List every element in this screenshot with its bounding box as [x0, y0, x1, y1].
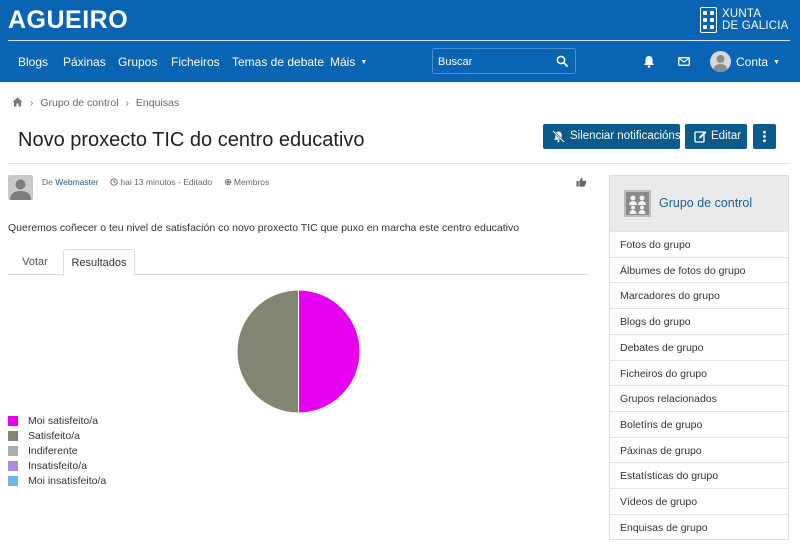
nav-item-paxinas[interactable]: Páxinas — [63, 55, 106, 69]
sidebar-item[interactable]: Fotos do grupo — [610, 231, 788, 257]
legend-label: Moi insatisfeito/a — [28, 475, 107, 487]
sidebar-item-label: Marcadores do grupo — [620, 290, 720, 303]
sidebar-item[interactable]: Debates de grupo — [610, 333, 788, 360]
sidebar-item-label: Fotos do grupo — [620, 239, 691, 251]
tab-resultados[interactable]: Resultados — [63, 249, 135, 276]
sidebar-item-label: Páxinas de grupo — [620, 444, 702, 457]
sidebar-item-label: Estatísticas do grupo — [620, 470, 719, 483]
pie-slice — [298, 289, 361, 414]
sidebar-item-label: Vídeos de grupo — [620, 496, 698, 508]
breadcrumb: › Grupo de control › Enquisas — [12, 97, 179, 109]
poll-tabs: Votar Resultados — [8, 249, 588, 276]
sidebar-item[interactable]: Álbumes de fotos do grupo — [610, 256, 788, 283]
sidebar-title: Grupo de control — [659, 196, 753, 210]
legend-swatch — [8, 476, 18, 486]
site-name[interactable]: AGUEIRO — [8, 6, 128, 35]
mute-notifications-button[interactable]: Silenciar notificacións — [543, 124, 681, 149]
author-avatar[interactable] — [8, 175, 33, 200]
nav-item-grupos[interactable]: Grupos — [118, 55, 157, 69]
sidebar-item[interactable]: Estatísticas do grupo — [610, 462, 788, 488]
caret-down-icon: ▼ — [773, 59, 780, 66]
thumbs-up-icon[interactable] — [576, 177, 587, 187]
tab-votar[interactable]: Votar — [8, 249, 62, 275]
page-title: Novo proxecto TIC do centro educativo — [18, 129, 365, 151]
nav-item-blogs[interactable]: Blogs — [18, 55, 48, 69]
nav-item-mais[interactable]: Máis ▼ — [330, 55, 367, 69]
search-input[interactable] — [438, 54, 548, 70]
poll-description: Queremos coñecer o teu nivel de satisfac… — [8, 222, 520, 234]
sidebar-item[interactable]: Ficheiros do grupo — [610, 359, 788, 386]
breadcrumb-separator: › — [29, 97, 34, 109]
site-header: AGUEIRO XUNTA DE GALICIA Blogs Páxinas G… — [0, 0, 800, 82]
edit-icon — [694, 131, 707, 143]
legend-label: Insatisfeito/a — [28, 460, 87, 472]
bell-icon[interactable] — [643, 55, 655, 68]
mail-icon[interactable] — [678, 57, 690, 66]
post-access: Membros — [233, 177, 270, 187]
sidebar-item[interactable]: Enquisas de grupo — [610, 513, 788, 540]
sidebar-item[interactable]: Vídeos de grupo — [610, 488, 788, 514]
nav-item-ficheiros[interactable]: Ficheiros — [171, 55, 220, 69]
xunta-logo[interactable]: XUNTA DE GALICIA — [700, 7, 790, 33]
legend-label: Moi satisfeito/a — [28, 415, 99, 427]
xunta-emblem-icon — [700, 7, 717, 33]
gear-icon — [224, 178, 232, 186]
legend-label: Satisfeito/a — [28, 430, 80, 442]
sidebar-item[interactable]: Blogs do grupo — [610, 308, 788, 334]
edit-label: Editar — [711, 130, 742, 142]
group-icon — [624, 190, 651, 217]
user-silhouette-icon — [10, 179, 31, 200]
sidebar-item-label: Boletíns de grupo — [620, 418, 703, 431]
breadcrumb-separator: › — [125, 97, 129, 109]
sidebar-item-label: Grupos relacionados — [620, 393, 717, 406]
search-icon[interactable] — [556, 55, 568, 67]
ellipsis-vertical-icon — [763, 130, 766, 143]
sidebar-header[interactable]: Grupo de control — [610, 176, 788, 231]
title-divider — [8, 163, 790, 164]
legend-swatch — [8, 446, 18, 456]
legend-swatch — [8, 431, 18, 441]
edit-button[interactable]: Editar — [685, 124, 747, 149]
group-sidebar: Grupo de control Fotos do grupo Álbumes d… — [609, 175, 789, 540]
sidebar-item-label: Ficheiros do grupo — [620, 367, 707, 380]
search-box — [432, 48, 576, 74]
sidebar-item-label: Álbumes de fotos do grupo — [620, 264, 746, 277]
author-prefix: De — [42, 177, 53, 187]
nav-item-temas-de-debate[interactable]: Temas de debate — [232, 55, 324, 69]
legend-swatch — [8, 461, 18, 471]
avatar — [710, 51, 731, 72]
history-icon — [110, 178, 119, 186]
author-link[interactable]: Webmaster — [55, 177, 98, 187]
mute-notifications-label: Silenciar notificacións — [570, 130, 681, 142]
post-meta: De Webmaster hai 13 minutos - Editado Me… — [42, 177, 269, 187]
sidebar-item-label: Debates de grupo — [620, 341, 704, 354]
breadcrumb-item-enquisas[interactable]: Enquisas — [136, 97, 179, 109]
results-pie-chart — [236, 289, 361, 414]
caret-down-icon: ▼ — [360, 59, 368, 66]
sidebar-item[interactable]: Marcadores do grupo — [610, 282, 788, 308]
breadcrumb-item-grupo[interactable]: Grupo de control — [40, 97, 118, 109]
sidebar-item[interactable]: Boletíns de grupo — [610, 410, 788, 437]
home-icon[interactable] — [12, 97, 23, 107]
header-divider — [8, 40, 790, 41]
legend-label: Indiferente — [28, 445, 78, 457]
user-silhouette-icon — [713, 55, 728, 72]
bell-slash-icon — [552, 130, 565, 143]
sidebar-item[interactable]: Páxinas de grupo — [610, 436, 788, 463]
nav-item-mais-label: Máis — [330, 55, 356, 69]
more-options-button[interactable] — [753, 124, 776, 149]
sidebar-item-label: Blogs do grupo — [620, 316, 691, 329]
post-time: hai 13 minutos - Editado — [120, 177, 213, 187]
pie-slice — [236, 289, 299, 414]
legend-swatch — [8, 416, 18, 426]
sidebar-item[interactable]: Grupos relacionados — [610, 385, 788, 411]
sidebar-item-label: Enquisas de grupo — [620, 521, 708, 534]
xunta-logo-text: XUNTA DE GALICIA — [722, 8, 789, 32]
account-label: Conta ▼ — [736, 55, 780, 69]
